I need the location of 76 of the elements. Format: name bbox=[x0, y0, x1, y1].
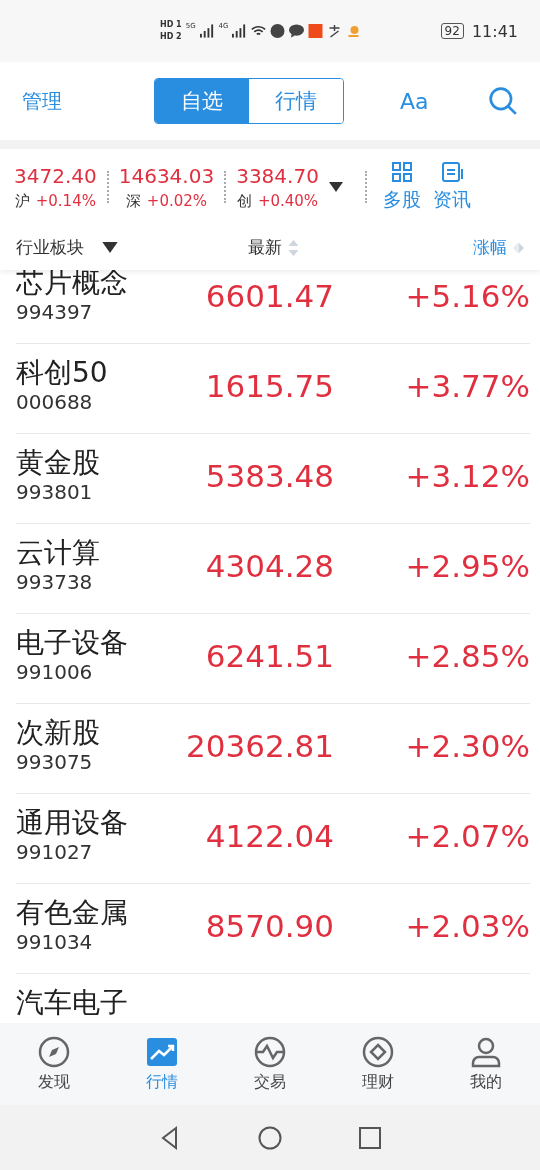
sector-name: 汽车电子 bbox=[16, 986, 129, 1020]
price-value: 6601.47 bbox=[204, 278, 334, 314]
index-change: +0.02% bbox=[146, 191, 208, 211]
sector-code: 993738 bbox=[16, 570, 94, 594]
document-icon[interactable] bbox=[440, 161, 463, 183]
manage-link[interactable]: 管理 bbox=[22, 87, 154, 115]
market-label: 创 bbox=[236, 191, 252, 211]
change-value: +3.12% bbox=[404, 458, 530, 494]
market-label: 深 bbox=[125, 191, 141, 211]
change-value: +2.85% bbox=[404, 638, 530, 674]
market-label: 沪 bbox=[14, 191, 30, 211]
index-change: +0.40% bbox=[257, 191, 319, 211]
index-value[interactable]: 3384.70 bbox=[236, 163, 319, 188]
person-icon bbox=[470, 1035, 502, 1068]
message-icon bbox=[289, 24, 305, 38]
signal-icon bbox=[232, 24, 248, 38]
font-size-button[interactable]: Aa bbox=[400, 88, 429, 114]
battery-icon: 92 bbox=[440, 23, 464, 39]
price-value: 6241.51 bbox=[204, 638, 334, 674]
sector-name: 云计算 bbox=[16, 536, 101, 570]
tab-bar-item[interactable]: 发现 bbox=[14, 1035, 94, 1093]
column-header[interactable]: 涨幅 bbox=[473, 236, 507, 259]
home-icon[interactable] bbox=[258, 1125, 282, 1150]
app-icon bbox=[327, 24, 343, 38]
wave-icon bbox=[254, 1035, 286, 1068]
price-value: 8570.90 bbox=[204, 908, 334, 944]
index-value[interactable]: 3472.40 bbox=[14, 163, 97, 188]
sector-code: 993075 bbox=[16, 750, 94, 774]
sector-name: 科创50 bbox=[16, 356, 109, 390]
sector-code: 000688 bbox=[16, 390, 94, 414]
sector-code: 991006 bbox=[16, 660, 94, 684]
app-icon bbox=[346, 24, 362, 38]
sim-label: HD 2 bbox=[160, 32, 182, 42]
search-icon[interactable] bbox=[488, 86, 518, 116]
sector-name: 黄金股 bbox=[16, 446, 101, 480]
price-value: 20362.81 bbox=[185, 728, 334, 764]
chart-icon bbox=[146, 1035, 178, 1068]
index-value[interactable]: 14634.03 bbox=[118, 163, 215, 188]
sector-code: 993801 bbox=[16, 480, 94, 504]
sector-code: 991027 bbox=[16, 840, 94, 864]
index-change: +0.14% bbox=[35, 191, 96, 211]
sector-code: 991034 bbox=[16, 930, 94, 954]
signal-icon bbox=[199, 24, 215, 38]
sector-code: 994397 bbox=[16, 300, 94, 324]
app-icon bbox=[308, 24, 324, 38]
dropdown-icon[interactable] bbox=[102, 242, 118, 253]
shortcut-label[interactable]: 资讯 bbox=[432, 187, 471, 213]
change-value: +2.07% bbox=[404, 818, 530, 854]
column-header[interactable]: 行业板块 bbox=[16, 236, 84, 259]
change-value: +5.16% bbox=[404, 278, 530, 314]
dropdown-icon[interactable] bbox=[328, 182, 343, 192]
sim-label: HD 1 bbox=[160, 20, 182, 30]
tab-bar-item[interactable]: 理财 bbox=[338, 1035, 418, 1093]
header-tab[interactable]: 自选 bbox=[155, 79, 249, 123]
column-header[interactable]: 最新 bbox=[248, 236, 282, 259]
price-value: 4304.28 bbox=[204, 548, 334, 584]
price-value: 1615.75 bbox=[204, 368, 334, 404]
tab-bar-item[interactable]: 交易 bbox=[230, 1035, 310, 1093]
change-value: +3.77% bbox=[404, 368, 530, 404]
price-value: 4122.04 bbox=[204, 818, 334, 854]
compass-icon bbox=[38, 1035, 70, 1068]
change-value: +2.30% bbox=[404, 728, 530, 764]
sector-name: 电子设备 bbox=[16, 626, 129, 660]
sector-name: 次新股 bbox=[16, 716, 101, 750]
grid-icon[interactable] bbox=[390, 161, 413, 183]
price-value: 5383.48 bbox=[204, 458, 334, 494]
shortcut-label[interactable]: 多股 bbox=[382, 187, 421, 213]
wifi-icon bbox=[251, 24, 267, 38]
recents-icon[interactable] bbox=[358, 1125, 382, 1150]
sector-name: 通用设备 bbox=[16, 806, 129, 840]
clock-time: 11:41 bbox=[471, 21, 518, 41]
sector-name: 有色金属 bbox=[16, 896, 129, 930]
change-value: +2.95% bbox=[404, 548, 530, 584]
tab-bar-item[interactable]: 行情 bbox=[122, 1035, 202, 1093]
tab-bar-item[interactable]: 我的 bbox=[446, 1035, 526, 1093]
change-value: +2.03% bbox=[404, 908, 530, 944]
